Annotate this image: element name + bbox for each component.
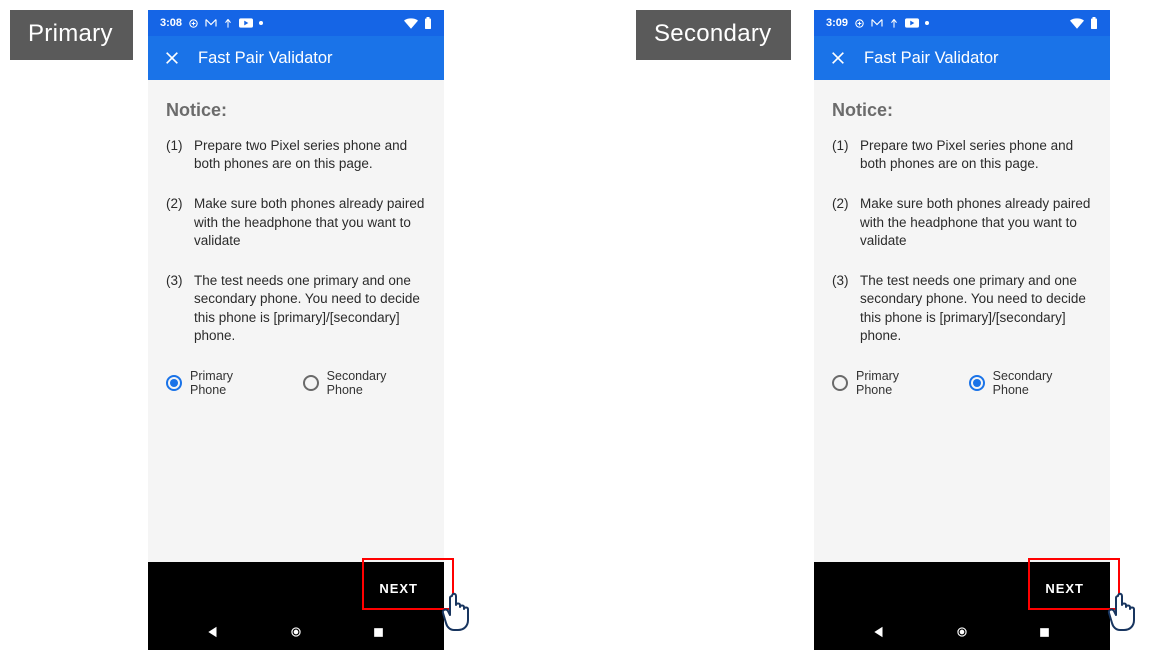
badge-primary: Primary [10,10,133,60]
instruction-item: Make sure both phones already paired wit… [832,195,1092,250]
battery-icon [424,17,432,29]
status-time: 3:08 [160,17,182,29]
nav-back-icon[interactable] [871,624,887,640]
phone-secondary: 3:09 [814,10,1110,650]
close-icon[interactable] [162,48,182,68]
content-area: Notice: Prepare two Pixel series phone a… [814,80,1110,562]
status-time: 3:09 [826,17,848,29]
antenna-icon [889,18,899,29]
instruction-item: Prepare two Pixel series phone and both … [832,137,1092,173]
app-bar: Fast Pair Validator [148,36,444,80]
radio-secondary-phone[interactable]: Secondary Phone [303,369,426,397]
notice-heading: Notice: [166,100,426,121]
nav-home-icon[interactable] [954,624,970,640]
instruction-item: The test needs one primary and one secon… [166,272,426,345]
data-saver-icon [188,18,199,29]
instruction-list: Prepare two Pixel series phone and both … [832,137,1092,345]
phone-primary: 3:08 [148,10,444,650]
cursor-hand-icon [1104,590,1144,630]
content-area: Notice: Prepare two Pixel series phone a… [148,80,444,562]
close-icon[interactable] [828,48,848,68]
nav-recent-icon[interactable] [371,624,387,640]
badge-secondary: Secondary [636,10,791,60]
wifi-icon [404,18,418,29]
radio-label: Secondary Phone [327,369,426,397]
nav-back-icon[interactable] [205,624,221,640]
cursor-hand-icon [438,590,478,630]
battery-icon [1090,17,1098,29]
dot-icon [259,21,263,25]
instruction-item: Prepare two Pixel series phone and both … [166,137,426,173]
youtube-icon [905,18,919,28]
status-bar: 3:09 [814,10,1110,36]
app-title: Fast Pair Validator [864,49,999,68]
app-title: Fast Pair Validator [198,49,333,68]
gmail-icon [871,18,883,28]
youtube-icon [239,18,253,28]
gmail-icon [205,18,217,28]
notice-heading: Notice: [832,100,1092,121]
wifi-icon [1070,18,1084,29]
radio-primary-phone[interactable]: Primary Phone [166,369,273,397]
radio-button-icon [166,375,182,391]
antenna-icon [223,18,233,29]
data-saver-icon [854,18,865,29]
radio-button-icon [832,375,848,391]
radio-button-icon [969,375,985,391]
android-nav-bar [814,614,1110,650]
radio-label: Primary Phone [856,369,939,397]
footer-bar: NEXT [814,562,1110,614]
nav-home-icon[interactable] [288,624,304,640]
dot-icon [925,21,929,25]
radio-label: Primary Phone [190,369,273,397]
app-bar: Fast Pair Validator [814,36,1110,80]
radio-secondary-phone[interactable]: Secondary Phone [969,369,1092,397]
phone-role-radio-group: Primary Phone Secondary Phone [166,369,426,397]
instruction-item: Make sure both phones already paired wit… [166,195,426,250]
radio-primary-phone[interactable]: Primary Phone [832,369,939,397]
phone-role-radio-group: Primary Phone Secondary Phone [832,369,1092,397]
instruction-list: Prepare two Pixel series phone and both … [166,137,426,345]
nav-recent-icon[interactable] [1037,624,1053,640]
android-nav-bar [148,614,444,650]
radio-button-icon [303,375,319,391]
next-button[interactable]: NEXT [1035,573,1094,604]
status-bar: 3:08 [148,10,444,36]
instruction-item: The test needs one primary and one secon… [832,272,1092,345]
footer-bar: NEXT [148,562,444,614]
radio-label: Secondary Phone [993,369,1092,397]
next-button[interactable]: NEXT [369,573,428,604]
